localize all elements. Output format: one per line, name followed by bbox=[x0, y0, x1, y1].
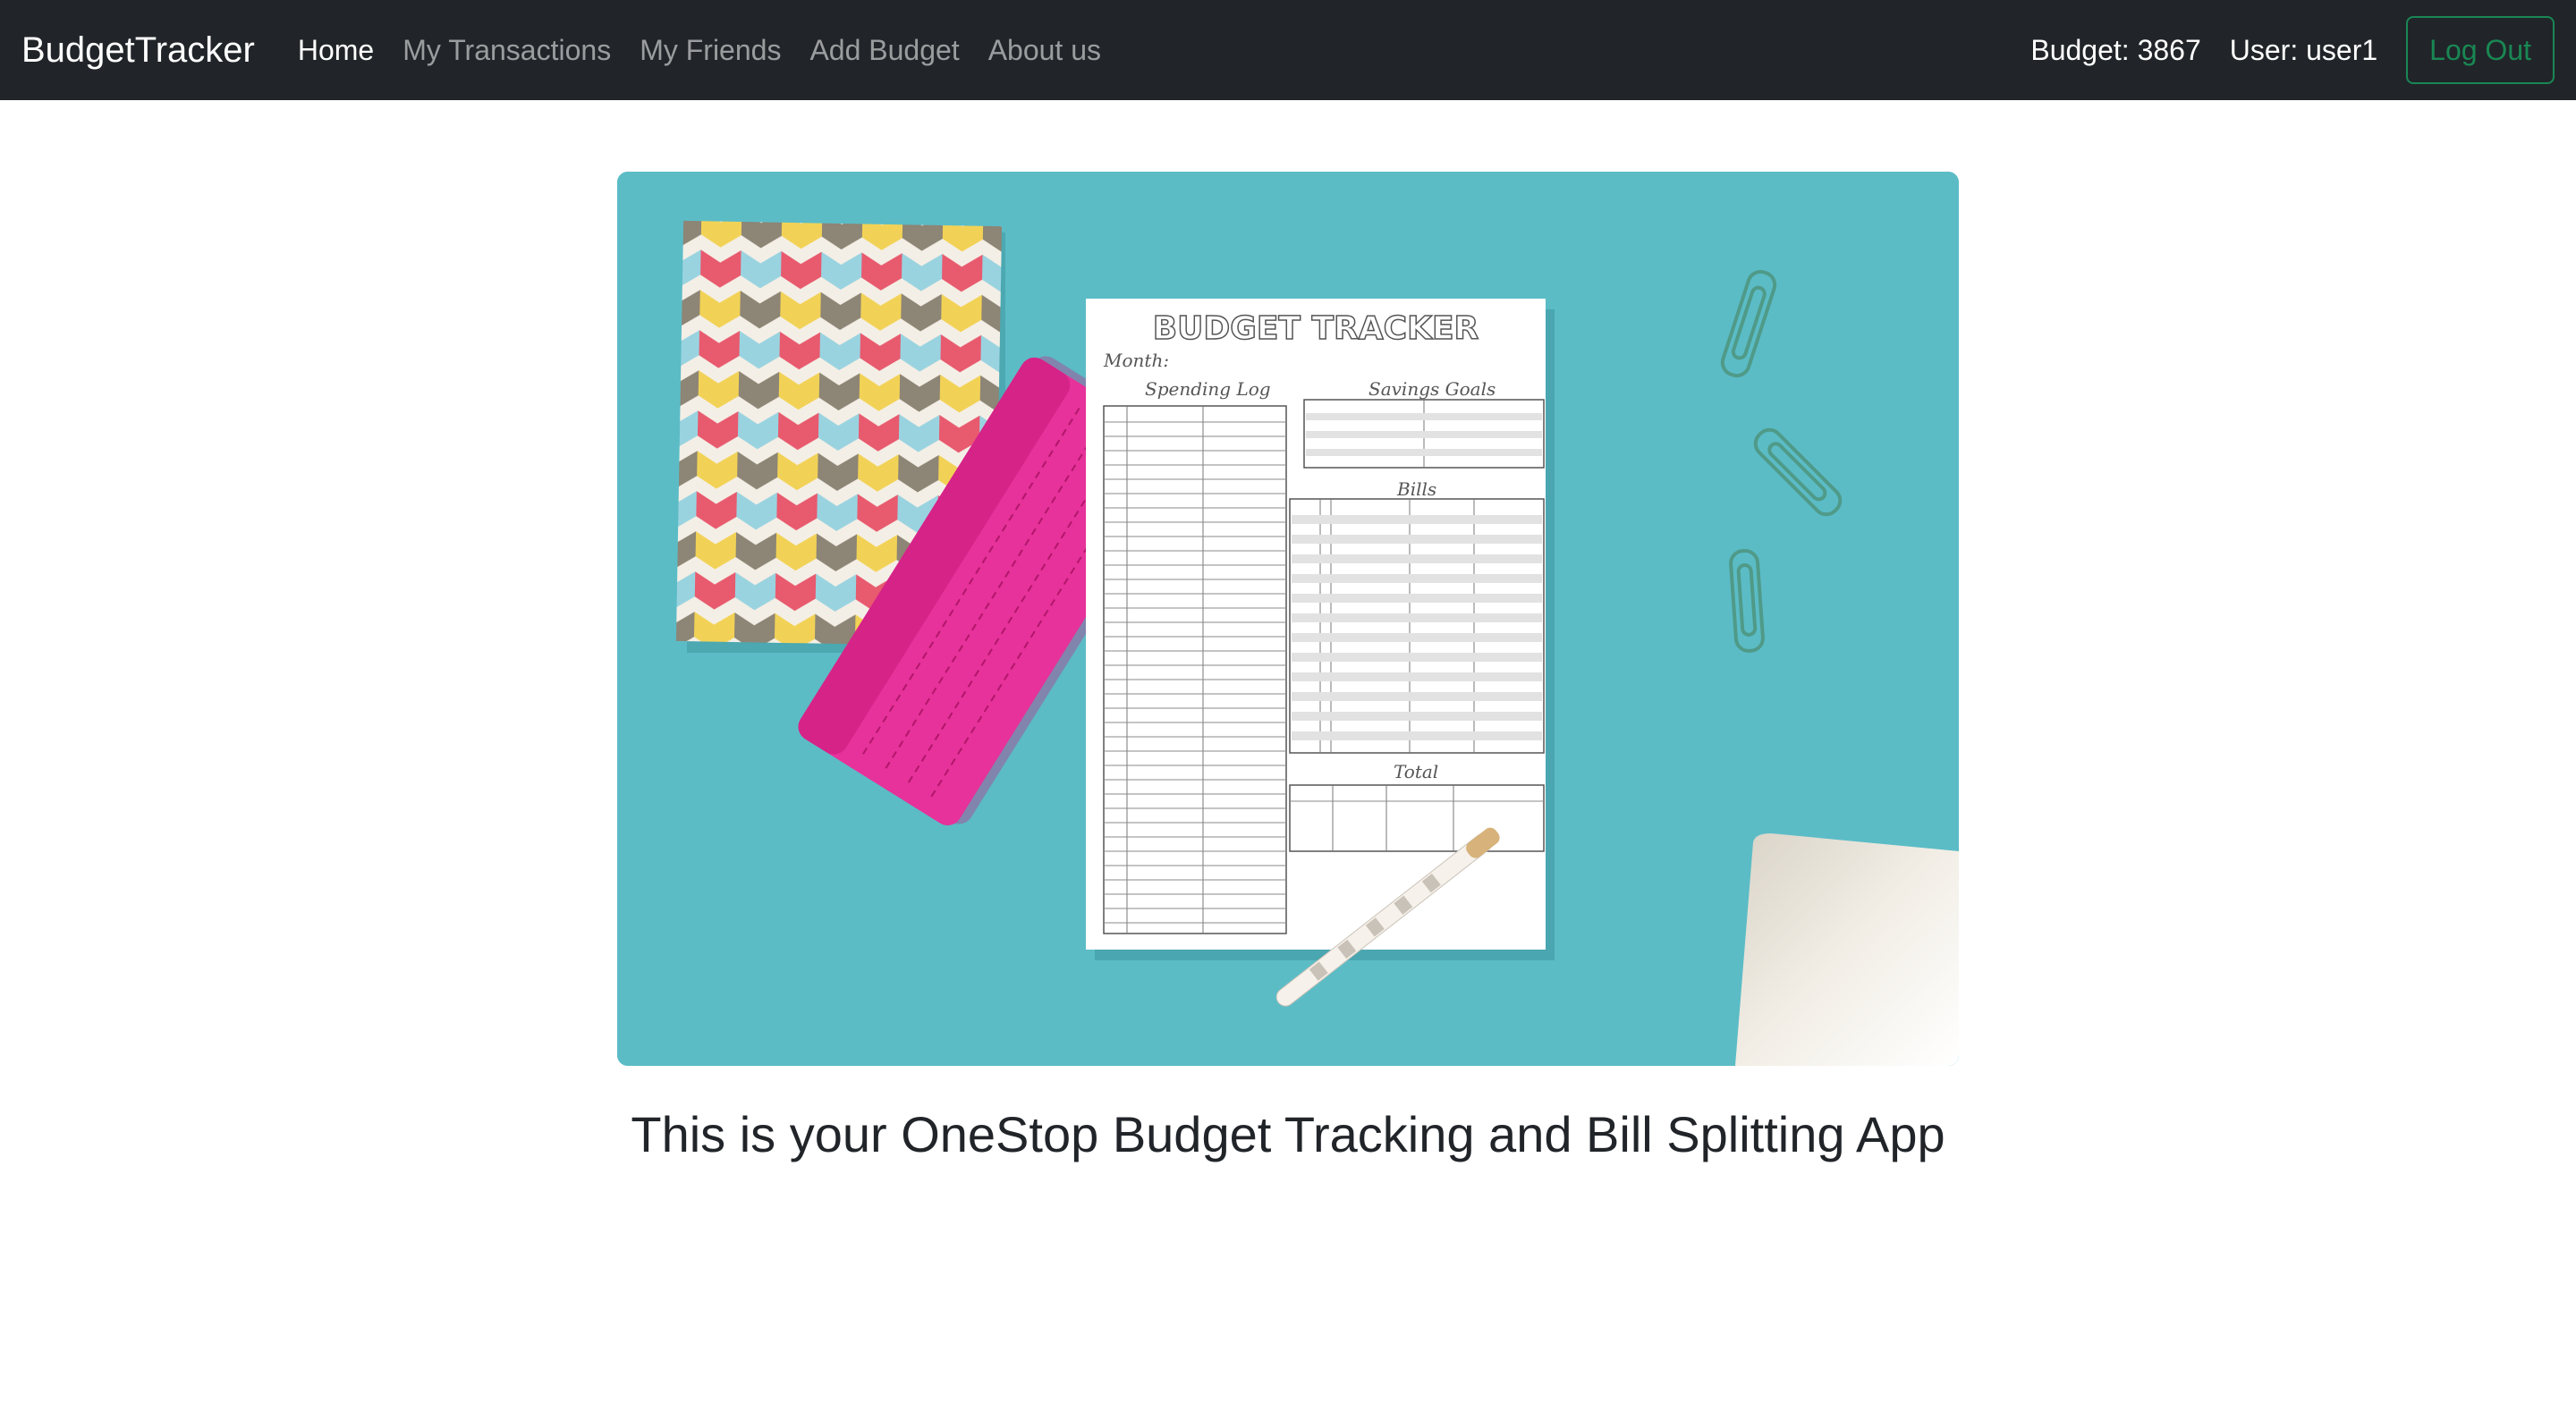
hero-image: BUDGET TRACKER Month: Spending Log Savin… bbox=[617, 172, 1959, 1066]
sheet-title: BUDGET TRACKER bbox=[1153, 310, 1479, 347]
nav-about-us[interactable]: About us bbox=[988, 34, 1101, 67]
nav-right: Budget: 3867 User: user1 Log Out bbox=[2030, 16, 2555, 84]
sheet-bills: Bills bbox=[1396, 478, 1436, 500]
budget-display: Budget: 3867 bbox=[2030, 33, 2201, 66]
sheet-total: Total bbox=[1394, 761, 1438, 782]
nav-links: Home My Transactions My Friends Add Budg… bbox=[298, 34, 1130, 67]
nav-add-budget[interactable]: Add Budget bbox=[809, 34, 959, 67]
laptop-corner bbox=[1735, 833, 1959, 1066]
sheet-month: Month: bbox=[1103, 350, 1169, 371]
user-display: User: user1 bbox=[2229, 33, 2378, 66]
logout-button[interactable]: Log Out bbox=[2406, 16, 2555, 84]
nav-home[interactable]: Home bbox=[298, 34, 374, 67]
tagline: This is your OneStop Budget Tracking and… bbox=[631, 1106, 1945, 1162]
budget-sheet: BUDGET TRACKER Month: Spending Log Savin… bbox=[1086, 299, 1555, 960]
sheet-savings: Savings Goals bbox=[1368, 378, 1496, 400]
nav-my-friends[interactable]: My Friends bbox=[640, 34, 781, 67]
sheet-spending: Spending Log bbox=[1145, 378, 1271, 400]
brand-link[interactable]: BudgetTracker bbox=[21, 32, 255, 68]
navbar: BudgetTracker Home My Transactions My Fr… bbox=[0, 0, 2576, 100]
nav-my-transactions[interactable]: My Transactions bbox=[402, 34, 611, 67]
